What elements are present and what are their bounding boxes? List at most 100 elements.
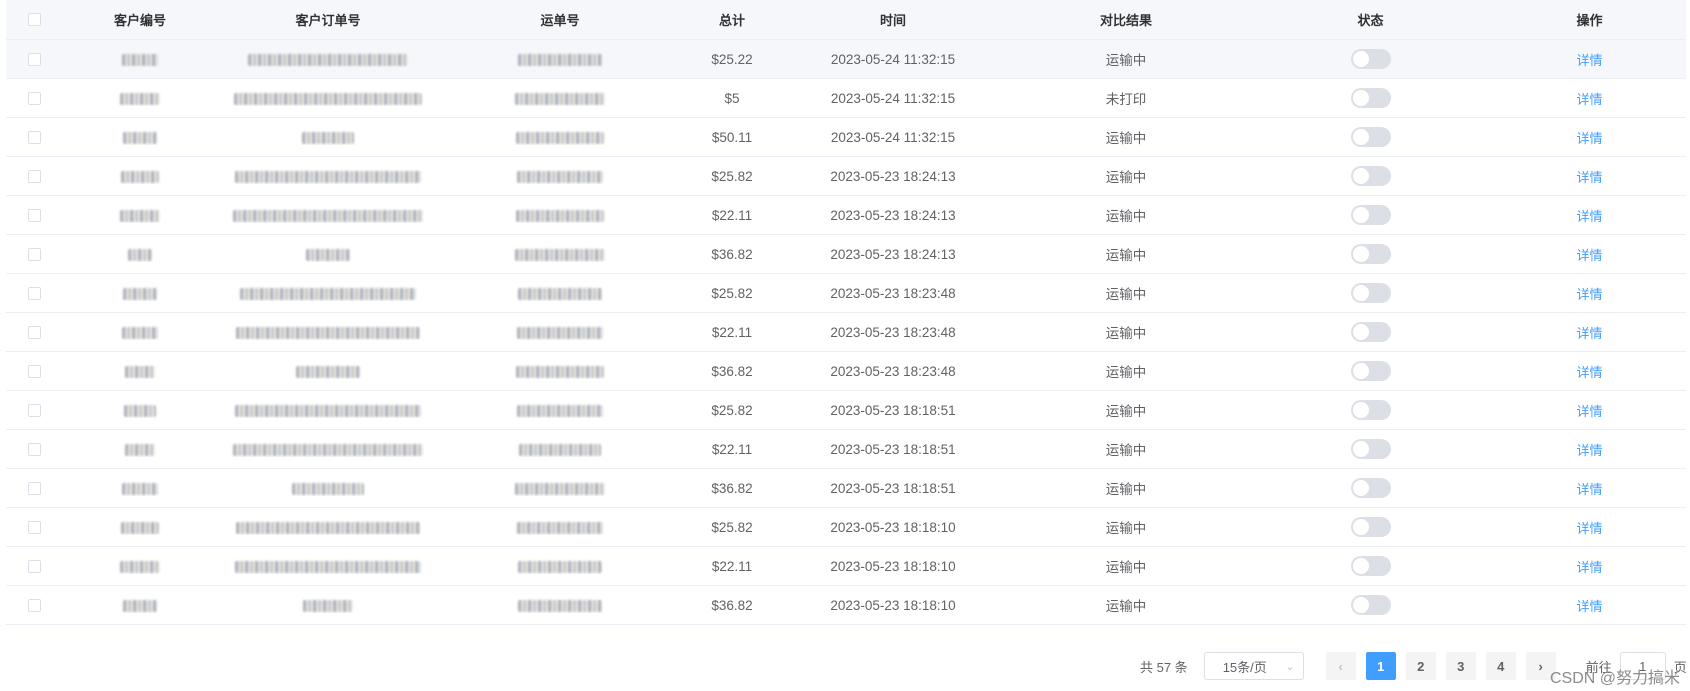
watermark: CSDN @努力搞米 (1549, 670, 1680, 687)
row-checkbox[interactable] (27, 91, 41, 105)
status-toggle[interactable] (1350, 556, 1391, 576)
header-status[interactable]: 状态 (1248, 10, 1493, 29)
row-checkbox[interactable] (27, 169, 41, 183)
header-waybill[interactable]: 运单号 (438, 10, 682, 29)
row-checkbox[interactable] (27, 520, 41, 534)
detail-link[interactable]: 详情 (1576, 482, 1602, 497)
compare-result-cell: 运输中 (1105, 287, 1147, 302)
status-toggle[interactable] (1350, 361, 1391, 381)
detail-link[interactable]: 详情 (1576, 170, 1602, 185)
time-cell: 2023-05-23 18:23:48 (830, 324, 956, 340)
detail-link[interactable]: 详情 (1576, 209, 1602, 224)
time-cell: 2023-05-23 18:24:13 (830, 246, 956, 262)
table-row: $36.82 2023-05-23 18:23:48 运输中 详情 (6, 352, 1686, 391)
detail-link[interactable]: 详情 (1576, 326, 1602, 341)
status-cell (1248, 517, 1493, 537)
status-toggle[interactable] (1350, 205, 1391, 225)
prev-page-button[interactable]: ‹ (1325, 652, 1356, 680)
redacted-customer-id (123, 599, 157, 612)
row-checkbox[interactable] (27, 208, 41, 222)
detail-link[interactable]: 详情 (1576, 287, 1602, 302)
row-checkbox[interactable] (27, 442, 41, 456)
row-checkbox-cell (6, 286, 62, 300)
table-row: $5 2023-05-24 11:32:15 未打印 详情 (6, 79, 1686, 118)
header-total[interactable]: 总计 (682, 10, 782, 29)
header-time[interactable]: 时间 (782, 10, 1004, 29)
status-toggle[interactable] (1350, 49, 1391, 69)
detail-link[interactable]: 详情 (1576, 365, 1602, 380)
toggle-knob (1352, 246, 1369, 262)
action-cell: 详情 (1493, 167, 1686, 186)
row-checkbox-cell (6, 91, 62, 105)
detail-link[interactable]: 详情 (1576, 92, 1602, 107)
status-toggle[interactable] (1350, 166, 1391, 186)
page-button-2[interactable]: 2 (1405, 652, 1436, 680)
toggle-knob (1352, 519, 1369, 535)
waybill-cell (438, 325, 682, 340)
customer-id-cell (62, 286, 218, 301)
toggle-knob (1352, 207, 1369, 223)
page-button-3[interactable]: 3 (1445, 652, 1476, 680)
compare-result-cell: 运输中 (1105, 560, 1147, 575)
detail-link[interactable]: 详情 (1576, 599, 1602, 614)
redacted-customer-id (128, 248, 152, 261)
row-checkbox[interactable] (27, 286, 41, 300)
row-checkbox[interactable] (27, 247, 41, 261)
row-checkbox[interactable] (27, 325, 41, 339)
redacted-waybill (516, 209, 604, 222)
toggle-knob (1352, 441, 1369, 457)
action-cell: 详情 (1493, 206, 1686, 225)
customer-order-cell (218, 247, 438, 262)
customer-order-cell (218, 598, 438, 613)
toggle-knob (1352, 363, 1369, 379)
row-checkbox[interactable] (27, 481, 41, 495)
status-toggle[interactable] (1350, 244, 1391, 264)
redacted-customer-id (120, 209, 160, 222)
table-row: $36.82 2023-05-23 18:18:51 运输中 详情 (6, 469, 1686, 508)
detail-link[interactable]: 详情 (1576, 560, 1602, 575)
row-checkbox[interactable] (27, 403, 41, 417)
redacted-customer-order (235, 404, 421, 417)
status-toggle[interactable] (1350, 283, 1391, 303)
total-cell: $5 (724, 90, 740, 106)
redacted-customer-order (235, 170, 421, 183)
select-all-checkbox[interactable] (27, 13, 41, 26)
status-toggle[interactable] (1350, 595, 1391, 615)
row-checkbox[interactable] (27, 52, 41, 66)
row-checkbox[interactable] (27, 598, 41, 612)
header-customer-order[interactable]: 客户订单号 (218, 10, 438, 29)
action-cell: 详情 (1493, 50, 1686, 69)
total-cell: $36.82 (711, 363, 753, 379)
compare-result-cell: 运输中 (1105, 53, 1147, 68)
detail-link[interactable]: 详情 (1576, 131, 1602, 146)
row-checkbox[interactable] (27, 130, 41, 144)
row-checkbox[interactable] (27, 559, 41, 573)
detail-link[interactable]: 详情 (1576, 443, 1602, 458)
redacted-customer-id (125, 365, 155, 378)
page-button-1[interactable]: 1 (1365, 652, 1396, 680)
page-button-4[interactable]: 4 (1485, 652, 1516, 680)
row-checkbox-cell (6, 403, 62, 417)
chevron-down-icon: ⌄ (1285, 660, 1295, 673)
detail-link[interactable]: 详情 (1576, 521, 1602, 536)
time-cell: 2023-05-24 11:32:15 (830, 90, 956, 106)
page-size-select[interactable]: 15条/页 ⌄ (1203, 652, 1304, 680)
status-toggle[interactable] (1350, 88, 1391, 108)
customer-id-cell (62, 208, 218, 223)
status-toggle[interactable] (1350, 439, 1391, 459)
status-toggle[interactable] (1350, 400, 1391, 420)
status-cell (1248, 49, 1493, 69)
status-cell (1248, 400, 1493, 420)
status-toggle[interactable] (1350, 322, 1391, 342)
status-toggle[interactable] (1350, 478, 1391, 498)
status-toggle[interactable] (1350, 517, 1391, 537)
compare-result-cell: 运输中 (1105, 131, 1147, 146)
time-cell: 2023-05-23 18:18:51 (830, 441, 956, 457)
header-customer-id[interactable]: 客户编号 (62, 10, 218, 29)
row-checkbox[interactable] (27, 364, 41, 378)
detail-link[interactable]: 详情 (1576, 53, 1602, 68)
header-compare-result[interactable]: 对比结果 (1004, 10, 1248, 29)
status-toggle[interactable] (1350, 127, 1391, 147)
detail-link[interactable]: 详情 (1576, 404, 1602, 419)
detail-link[interactable]: 详情 (1576, 248, 1602, 263)
